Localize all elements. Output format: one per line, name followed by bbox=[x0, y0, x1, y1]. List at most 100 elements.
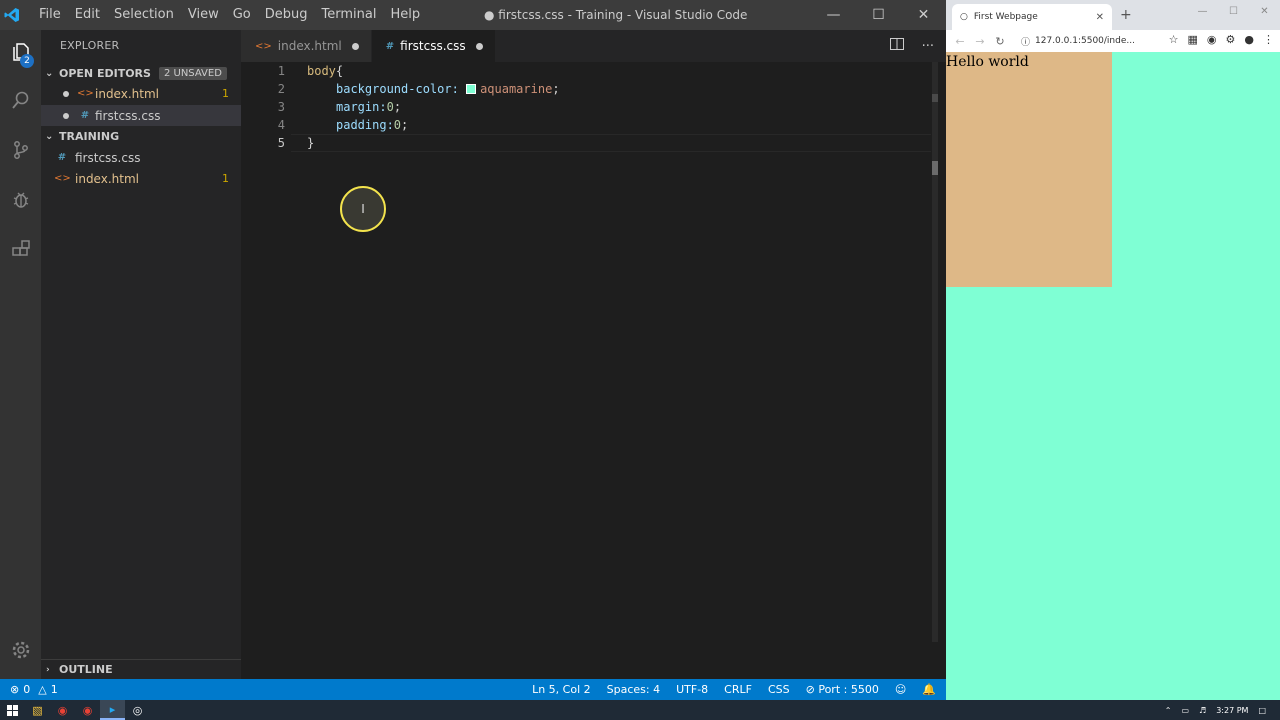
more-actions-icon[interactable]: ··· bbox=[922, 39, 934, 54]
extensions-icon[interactable] bbox=[0, 230, 41, 270]
extension-icon[interactable]: ⚙ bbox=[1226, 33, 1236, 46]
maximize-icon[interactable]: ☐ bbox=[1218, 0, 1249, 22]
explorer-icon[interactable]: 2 bbox=[0, 32, 41, 72]
open-editors-section[interactable]: ⌄ OPEN EDITORS 2 UNSAVED bbox=[41, 63, 241, 84]
browser-tab[interactable]: ○ First Webpage ✕ bbox=[952, 4, 1112, 30]
warning-count: 1 bbox=[50, 683, 58, 696]
file-explorer-icon[interactable]: ▧ bbox=[25, 700, 50, 720]
menu-terminal[interactable]: Terminal bbox=[315, 0, 384, 30]
split-editor-icon[interactable] bbox=[889, 38, 904, 54]
chrome-icon[interactable]: ◉ bbox=[75, 700, 100, 720]
encoding[interactable]: UTF-8 bbox=[676, 683, 708, 696]
network-icon[interactable]: ▭ bbox=[1181, 706, 1189, 715]
unsaved-dot-icon[interactable] bbox=[63, 112, 69, 119]
windows-start-icon[interactable] bbox=[0, 700, 25, 720]
tab-index-html[interactable]: <> index.html bbox=[241, 30, 372, 62]
editor-scrollbar[interactable] bbox=[932, 62, 938, 642]
explorer-sidebar: EXPLORER ⌄ OPEN EDITORS 2 UNSAVED <> ind… bbox=[41, 30, 241, 679]
status-right: Ln 5, Col 2 Spaces: 4 UTF-8 CRLF CSS ⊘ P… bbox=[532, 683, 936, 696]
chevron-down-icon: ⌄ bbox=[45, 68, 54, 79]
menu-file[interactable]: File bbox=[32, 0, 68, 30]
unsaved-dot-icon[interactable] bbox=[351, 42, 359, 50]
activity-bar: 2 bbox=[0, 30, 41, 679]
live-server-port[interactable]: ⊘ Port : 5500 bbox=[806, 683, 879, 696]
end-of-line[interactable]: CRLF bbox=[724, 683, 752, 696]
address-bar[interactable]: ⓘ 127.0.0.1:5500/inde... bbox=[1021, 32, 1157, 50]
color-swatch[interactable] bbox=[466, 84, 477, 94]
unsaved-badge: 2 UNSAVED bbox=[158, 67, 227, 80]
css-property: margin: bbox=[336, 100, 387, 114]
menu-edit[interactable]: Edit bbox=[68, 0, 107, 30]
location-pin-icon[interactable]: ◉ bbox=[1207, 33, 1217, 46]
source-control-icon[interactable] bbox=[0, 130, 41, 170]
scrollbar-thumb[interactable] bbox=[932, 161, 938, 175]
training-folder-section[interactable]: ⌄ TRAINING bbox=[41, 126, 241, 147]
menu-go[interactable]: Go bbox=[226, 0, 258, 30]
vscode-taskbar-icon[interactable]: ▸ bbox=[100, 700, 125, 720]
unsaved-dot-icon[interactable] bbox=[475, 42, 483, 50]
maximize-icon[interactable]: ☐ bbox=[856, 0, 901, 30]
recorder-icon[interactable]: ◎ bbox=[125, 700, 150, 720]
code-editor[interactable]: 1 2 3 4 5 body{ background-color: aquama… bbox=[241, 62, 931, 679]
html-file-icon: <> bbox=[77, 88, 94, 99]
volume-icon[interactable]: ♬ bbox=[1199, 706, 1206, 715]
folder-file-item[interactable]: # firstcss.css bbox=[41, 147, 241, 168]
broadcast-icon: ⊘ bbox=[805, 683, 819, 696]
window-controls: — ☐ ✕ bbox=[811, 0, 946, 30]
file-name: index.html bbox=[75, 171, 139, 186]
open-editor-item[interactable]: # firstcss.css bbox=[41, 105, 241, 126]
browser-window: ○ First Webpage ✕ + — ☐ ✕ ← → ↻ ⓘ 127.0.… bbox=[946, 0, 1280, 700]
settings-gear-icon[interactable] bbox=[0, 630, 41, 670]
notifications-bell-icon[interactable]: 🔔 bbox=[922, 683, 936, 696]
line-number: 5 bbox=[277, 136, 285, 150]
chevron-up-icon[interactable]: ⌃ bbox=[1165, 706, 1172, 715]
extension-icon[interactable]: ▦ bbox=[1188, 33, 1198, 46]
close-brace: } bbox=[307, 136, 315, 150]
chrome-icon[interactable]: ◉ bbox=[50, 700, 75, 720]
notification-icon[interactable]: □ bbox=[1258, 706, 1266, 715]
folder-file-item[interactable]: <> index.html 1 bbox=[41, 168, 241, 189]
problems-indicator[interactable]: ⊗ 0 △ 1 bbox=[0, 683, 58, 696]
globe-icon: ○ bbox=[960, 12, 968, 22]
tab-label: firstcss.css bbox=[400, 39, 466, 53]
new-tab-icon[interactable]: + bbox=[1120, 7, 1132, 23]
problem-count: 1 bbox=[222, 172, 229, 185]
menu-selection[interactable]: Selection bbox=[107, 0, 181, 30]
browser-tab-title: First Webpage bbox=[973, 12, 1038, 22]
line-number: 3 bbox=[277, 100, 285, 114]
line-number: 4 bbox=[277, 118, 285, 132]
clock[interactable]: 3:27 PM bbox=[1216, 706, 1248, 715]
language-mode[interactable]: CSS bbox=[768, 683, 790, 696]
explorer-badge: 2 bbox=[20, 54, 34, 68]
css-file-icon: # bbox=[385, 40, 395, 52]
code-line-3: margin:0; bbox=[336, 98, 401, 116]
open-editor-item[interactable]: <> index.html 1 bbox=[41, 83, 241, 104]
tab-firstcss[interactable]: # firstcss.css bbox=[371, 30, 496, 62]
close-icon[interactable]: ✕ bbox=[1249, 0, 1280, 22]
extension-icons: ☆ ▦ ◉ ⚙ ● ⋮ bbox=[1169, 33, 1274, 46]
close-icon[interactable]: ✕ bbox=[901, 0, 946, 30]
unsaved-dot-icon[interactable] bbox=[63, 90, 69, 97]
back-arrow-icon[interactable]: ← bbox=[950, 35, 970, 48]
menu-view[interactable]: View bbox=[181, 0, 226, 30]
minimize-icon[interactable]: — bbox=[1187, 0, 1218, 22]
debug-icon[interactable] bbox=[0, 180, 41, 220]
forward-arrow-icon[interactable]: → bbox=[970, 35, 990, 48]
semicolon: ; bbox=[552, 82, 560, 96]
more-menu-icon[interactable]: ⋮ bbox=[1263, 33, 1274, 46]
current-line-highlight bbox=[291, 134, 931, 152]
outline-section[interactable]: › OUTLINE bbox=[41, 659, 241, 679]
menu-help[interactable]: Help bbox=[383, 0, 427, 30]
cursor-position[interactable]: Ln 5, Col 2 bbox=[532, 683, 591, 696]
system-tray: ⌃ ▭ ♬ 3:27 PM □ bbox=[1165, 700, 1266, 720]
search-icon[interactable] bbox=[0, 80, 41, 120]
close-tab-icon[interactable]: ✕ bbox=[1096, 12, 1104, 23]
feedback-smiley-icon[interactable]: ☺ bbox=[895, 683, 906, 696]
indentation[interactable]: Spaces: 4 bbox=[607, 683, 660, 696]
scrollbar-marker bbox=[932, 94, 938, 102]
menu-debug[interactable]: Debug bbox=[258, 0, 315, 30]
bookmark-star-icon[interactable]: ☆ bbox=[1169, 33, 1179, 46]
profile-avatar-icon[interactable]: ● bbox=[1244, 33, 1254, 46]
minimize-icon[interactable]: — bbox=[811, 0, 856, 30]
reload-icon[interactable]: ↻ bbox=[990, 35, 1010, 48]
